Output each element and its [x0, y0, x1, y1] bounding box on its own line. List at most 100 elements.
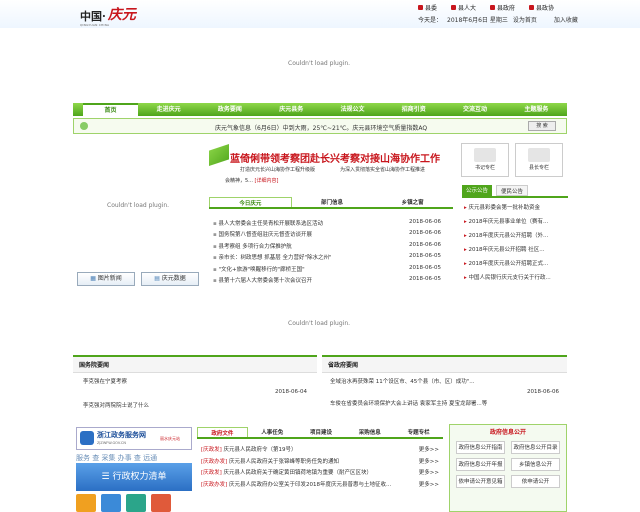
top-link-2[interactable]: 县人大 [451, 3, 476, 12]
list-item[interactable]: 县第十六届人大常委会第十次会议召开2018-06-05 [213, 276, 441, 287]
headline-title[interactable]: 蓝倚俐带领考察团赴长兴考察对接山海协作工作 [230, 150, 440, 165]
tab-gov-files[interactable]: 政府文件 [197, 427, 248, 437]
left-plugin: Couldn't load plugin. [107, 202, 170, 209]
picture-news-button[interactable]: ▦ 图片新闻 [77, 272, 135, 286]
panel-title: 政府信息公开 [489, 429, 526, 436]
nav-home[interactable]: 首页 [83, 103, 138, 116]
list-item[interactable]: 2018年庆元县事业单位（赛有... [464, 217, 564, 231]
weather-icon [80, 122, 88, 130]
tab-personnel[interactable]: 人事任免 [248, 427, 297, 437]
table-row[interactable]: [庆政发] 庆元县人民政府令（第19号） 更多>> [201, 445, 439, 457]
panel-title: 国务院要闻 [73, 357, 317, 373]
flag-icon [490, 5, 496, 10]
nav-item[interactable]: 交流互动 [444, 103, 505, 116]
top-links: 县委 县人大 县政府 县政协 [418, 3, 554, 12]
logo-sub: QINGYUAN CHINA [80, 23, 110, 27]
tab-procurement[interactable]: 采购信息 [345, 427, 394, 437]
tab-projects[interactable]: 项目建设 [297, 427, 346, 437]
list-item[interactable]: 县人大常委会主任吴青松开展联系选区活动2018-06-06 [213, 219, 441, 230]
list-item[interactable]: 2018年度庆元县公开招聘正式... [464, 259, 564, 273]
today-label: 今天是： [418, 17, 443, 24]
mayor-column-button[interactable]: 县长专栏 [515, 143, 563, 177]
news-ticker[interactable]: 庆元气象信息（6月6日）中到大雨，25℃~21℃。庆元县环境空气质量指数AQ [215, 123, 427, 132]
request-open-button[interactable]: 依申请公开 [511, 475, 560, 488]
list-item[interactable]: 中国人民银行庆元支行关于行政... [464, 273, 564, 287]
top-link-4[interactable]: 县政协 [529, 3, 554, 12]
town-info-button[interactable]: 乡镇信息公开 [511, 458, 560, 471]
service-url: ZJZWFW.GOV.CN [97, 441, 126, 445]
tile-icon[interactable] [151, 494, 171, 512]
list-item[interactable]: 李克强对两院院士说了什么 [73, 395, 317, 415]
top-info: 今天是： 2018年6月6日 星期三 设为首页 加入收藏 [418, 15, 578, 24]
nav-item[interactable]: 主题服务 [506, 103, 567, 116]
main-nav: 首页 走进庆元 政务要闻 庆元县务 法规公文 招商引资 交流互动 主题服务 [73, 103, 567, 116]
tile-icon[interactable] [101, 494, 121, 512]
banner-plugin: Couldn't load plugin. [288, 60, 351, 67]
request-mailbox-button[interactable]: 依申请公开意见箱 [456, 475, 505, 488]
data-button[interactable]: ▤ 庆元数据 [141, 272, 199, 286]
list-item[interactable]: 亲市长：树政思想 抓基层 全力营好"除水之州"2018-06-05 [213, 253, 441, 264]
state-council-panel: 国务院要闻 李克强在宁夏考察 2018-06-04 李克强对两院院士说了什么 [73, 355, 317, 417]
add-fav-link[interactable]: 加入收藏 [554, 15, 578, 24]
table-row[interactable]: [庆政发] 庆元县人民政府关于确定黄田镇荷地镇为重要（耐产区区块） 更多>> [201, 468, 439, 480]
nav-item[interactable]: 庆元县务 [261, 103, 322, 116]
hand-icon [528, 148, 550, 162]
headline-ribbon [209, 144, 229, 166]
list-item[interactable]: 李克强在宁夏考察 [73, 373, 317, 389]
pen-icon [474, 148, 496, 162]
news-tabs: 今日庆元 部门信息 乡镇之窗 [209, 197, 453, 209]
power-list-button[interactable]: ☰ 行政权力清单 [76, 463, 192, 491]
list-item[interactable]: "文化+旅游"唤醒移行的"廊桥王国"2018-06-05 [213, 265, 441, 276]
tile-icon[interactable] [76, 494, 96, 512]
list-item[interactable]: 全域治水再获殊荣 11个设区市、45个县（市、区）成功"... [322, 373, 567, 389]
top-link-3[interactable]: 县政府 [490, 3, 515, 12]
news-list: 县人大常委会主任吴青松开展联系选区活动2018-06-06 国务院第八督查组驻庆… [213, 219, 441, 287]
tab-notice[interactable]: 公示公告 [462, 185, 493, 196]
table-row[interactable]: [庆政办发] 庆元县人民政府办公室关于印发2018年度庆元县普惠与土地征收...… [201, 480, 439, 492]
panel-title: 省政府要闻 [322, 357, 567, 373]
tab-dept[interactable]: 部门信息 [292, 197, 373, 207]
site-logo[interactable]: 中国· 庆元 QINGYUAN CHINA [80, 4, 136, 27]
quick-service-links[interactable]: 服务 查 采集 办事 查 远通 [76, 453, 192, 463]
list-item[interactable]: 车俊在省委员会环境保护大会上讲话 袁家军主持 夏宝龙部署...等 [322, 395, 567, 411]
list-item[interactable]: 国务院第八督查组驻庆元督查访谈开展2018-06-06 [213, 230, 441, 241]
search-button[interactable]: 搜 索 [528, 121, 556, 131]
tab-public[interactable]: 便民公告 [496, 185, 529, 196]
info-catalog-button[interactable]: 政府信息公开目录 [511, 441, 560, 454]
headline-lead: 会精神，5... [详细内容] [225, 178, 279, 184]
top-link-1[interactable]: 县委 [418, 3, 437, 12]
info-guide-button[interactable]: 政府信息公开指南 [456, 441, 505, 454]
headline-lead: 为深入贯彻落实全省山海协作工程推进 [340, 167, 426, 173]
service-tag: 丽水庆元站 [160, 436, 180, 441]
secretary-column-button[interactable]: 书记专栏 [461, 143, 509, 177]
nav-item[interactable]: 招商引资 [383, 103, 444, 116]
list-item[interactable]: 庆元县彩委会第一批补助资金 [464, 203, 564, 217]
logo-red-text: 庆元 [107, 7, 136, 23]
tab-today[interactable]: 今日庆元 [209, 197, 292, 207]
table-row[interactable]: [庆政办发] 庆元县人民政府关于张锦峰等职务任免的通知 更多>> [201, 457, 439, 469]
flag-icon [451, 5, 457, 10]
headline-lead: 打造庆元长兴山海协作工程升级版 [240, 167, 316, 173]
middle-plugin: Couldn't load plugin. [288, 320, 351, 327]
nav-item[interactable]: 政务要闻 [199, 103, 260, 116]
detail-link[interactable]: [详细内容] [255, 178, 279, 184]
logo-text: 中国· [80, 10, 106, 23]
service-tiles [76, 494, 171, 512]
tile-icon[interactable] [126, 494, 146, 512]
service-title: 浙江政务服务网 [97, 431, 146, 439]
set-home-link[interactable]: 设为首页 [513, 15, 537, 24]
list-item[interactable]: 2018年度庆元县公开招聘（外... [464, 231, 564, 245]
tab-town[interactable]: 乡镇之窗 [372, 197, 453, 207]
list-item[interactable]: 县考察组 多项行合力保推护航2018-06-06 [213, 242, 441, 253]
list-item[interactable]: 2018年庆元县公开招聘 社区... [464, 245, 564, 259]
zjzwfw-banner[interactable]: 浙江政务服务网 ZJZWFW.GOV.CN 丽水庆元站 [76, 427, 192, 450]
nav-item[interactable]: 走进庆元 [138, 103, 199, 116]
database-icon: ▤ [154, 275, 162, 282]
notice-list: 庆元县彩委会第一批补助资金 2018年庆元县事业单位（赛有... 2018年度庆… [464, 203, 564, 287]
list-icon: ☰ [101, 472, 113, 482]
flag-icon [529, 5, 535, 10]
info-report-button[interactable]: 政府信息公开年报 [456, 458, 505, 471]
tab-topics[interactable]: 专题专栏 [394, 427, 443, 437]
nav-item[interactable]: 法规公文 [322, 103, 383, 116]
gov-doc-tabs: 政府文件 人事任免 项目建设 采购信息 专题专栏 [197, 427, 443, 439]
